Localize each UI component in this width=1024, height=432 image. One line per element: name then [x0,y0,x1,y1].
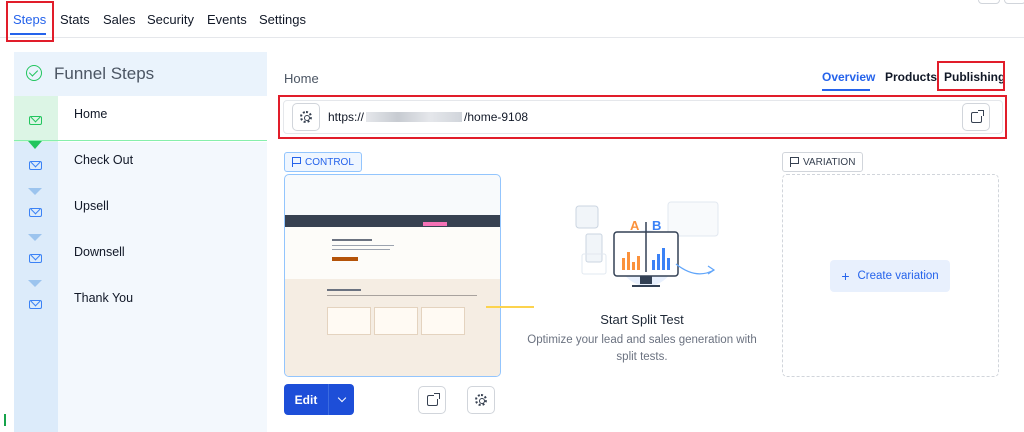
active-tab-indicator [10,33,46,35]
preview-hero [285,227,500,279]
page-url: https:// /home-9108 [328,110,528,124]
funnel-steps-sidebar: Funnel Steps Home Check Out Upsell Downs… [14,52,267,432]
mail-icon [29,116,42,125]
tab-stats[interactable]: Stats [60,12,90,27]
side-panel-icon [585,233,603,263]
bar-a3 [632,262,635,270]
tab-steps[interactable]: Steps [13,12,46,27]
sidebar-item-label: Upsell [74,199,109,213]
bar-b2 [657,254,660,270]
split-test-illustration: A B [575,201,719,287]
create-variation-button[interactable]: + Create variation [830,260,950,292]
arrow-head [707,265,716,275]
top-tab-bar: Steps Stats Sales Security Events Settin… [0,0,1024,38]
control-settings-button[interactable] [467,386,495,414]
split-connector-line [486,306,534,308]
document-window-icon [667,201,719,237]
top-right-button-1[interactable] [978,0,1000,4]
edit-label: Edit [294,392,318,407]
flag-icon [790,157,799,167]
mail-icon [29,161,42,170]
sidebar-item-label: Downsell [74,245,125,259]
top-right-button-2[interactable] [1004,0,1024,4]
step-arrow-icon [28,234,42,241]
tab-sales[interactable]: Sales [103,12,136,27]
edit-dropdown-toggle[interactable] [328,384,354,415]
check-circle-icon [26,65,42,81]
open-url-button[interactable] [962,103,990,131]
tab-settings[interactable]: Settings [259,12,306,27]
external-link-icon [970,109,984,123]
variation-badge: VARIATION [782,152,864,172]
sidebar-item-thank-you[interactable]: Thank You [14,280,267,326]
tab-publishing[interactable]: Publishing [944,70,1005,84]
gear-icon [300,111,312,123]
bar-a2 [627,252,630,270]
sidebar-header: Funnel Steps [14,52,267,96]
preview-card [374,307,418,335]
redacted-domain [366,112,463,122]
preview-text [332,249,390,250]
gear-icon [475,394,487,406]
preview-text [327,295,477,296]
chevron-down-icon [337,393,346,403]
active-subtab-indicator [822,89,870,91]
breadcrumb: Home [284,71,319,86]
variation-label: VARIATION [803,156,856,168]
sidebar-title: Funnel Steps [54,64,155,83]
flag-icon [292,157,301,167]
url-settings-button[interactable] [292,103,320,131]
page-url-bar: https:// /home-9108 [283,100,1003,134]
variant-b-letter: B [652,218,661,233]
preview-card [421,307,465,335]
sidebar-item-downsell[interactable]: Downsell [14,234,267,280]
mail-icon [29,254,42,263]
sidebar-item-check-out[interactable]: Check Out [14,142,267,188]
growth-arrow [675,263,715,275]
mail-icon [29,208,42,217]
tab-events[interactable]: Events [207,12,247,27]
mail-icon [29,300,42,309]
tab-products[interactable]: Products [885,70,937,84]
step-arrow-icon [28,188,42,195]
control-label: CONTROL [305,156,354,168]
preview-heading [332,239,372,241]
sidebar-item-upsell[interactable]: Upsell [14,188,267,234]
bar-b1 [652,260,655,270]
preview-text [332,245,394,246]
control-badge: CONTROL [284,152,362,172]
plus-icon: + [841,268,850,284]
sidebar-item-label: Thank You [74,291,134,305]
sidebar-item-label: Check Out [74,153,134,167]
split-test-description: Optimize your lead and sales generation … [527,334,757,363]
left-edge-marker [4,414,6,426]
preview-header-bar [285,215,500,227]
tab-overview[interactable]: Overview [822,70,875,84]
create-variation-label: Create variation [857,270,939,282]
step-arrow-icon [28,280,42,287]
preview-section-heading [327,289,361,291]
monitor-stand [640,276,652,284]
preview-header-button [423,222,447,226]
control-page-preview[interactable] [284,174,501,377]
preview-card [327,307,371,335]
bar-b4 [667,258,670,270]
variant-a-letter: A [630,218,640,233]
split-test-title: Start Split Test [600,312,684,327]
tab-security[interactable]: Security [147,12,194,27]
sidebar-item-label: Home [74,107,108,121]
url-prefix: https:// [328,110,365,124]
preview-cta [332,257,358,261]
code-window-icon [575,205,599,229]
sidebar-item-home[interactable]: Home [14,96,267,142]
bar-a1 [622,258,625,270]
active-step-divider [14,140,267,141]
bar-b3 [662,248,665,270]
edit-button[interactable]: Edit [284,384,354,415]
bar-a4 [637,256,640,270]
open-preview-button[interactable] [418,386,446,414]
external-link-icon [426,392,440,406]
url-suffix: /home-9108 [464,110,529,124]
